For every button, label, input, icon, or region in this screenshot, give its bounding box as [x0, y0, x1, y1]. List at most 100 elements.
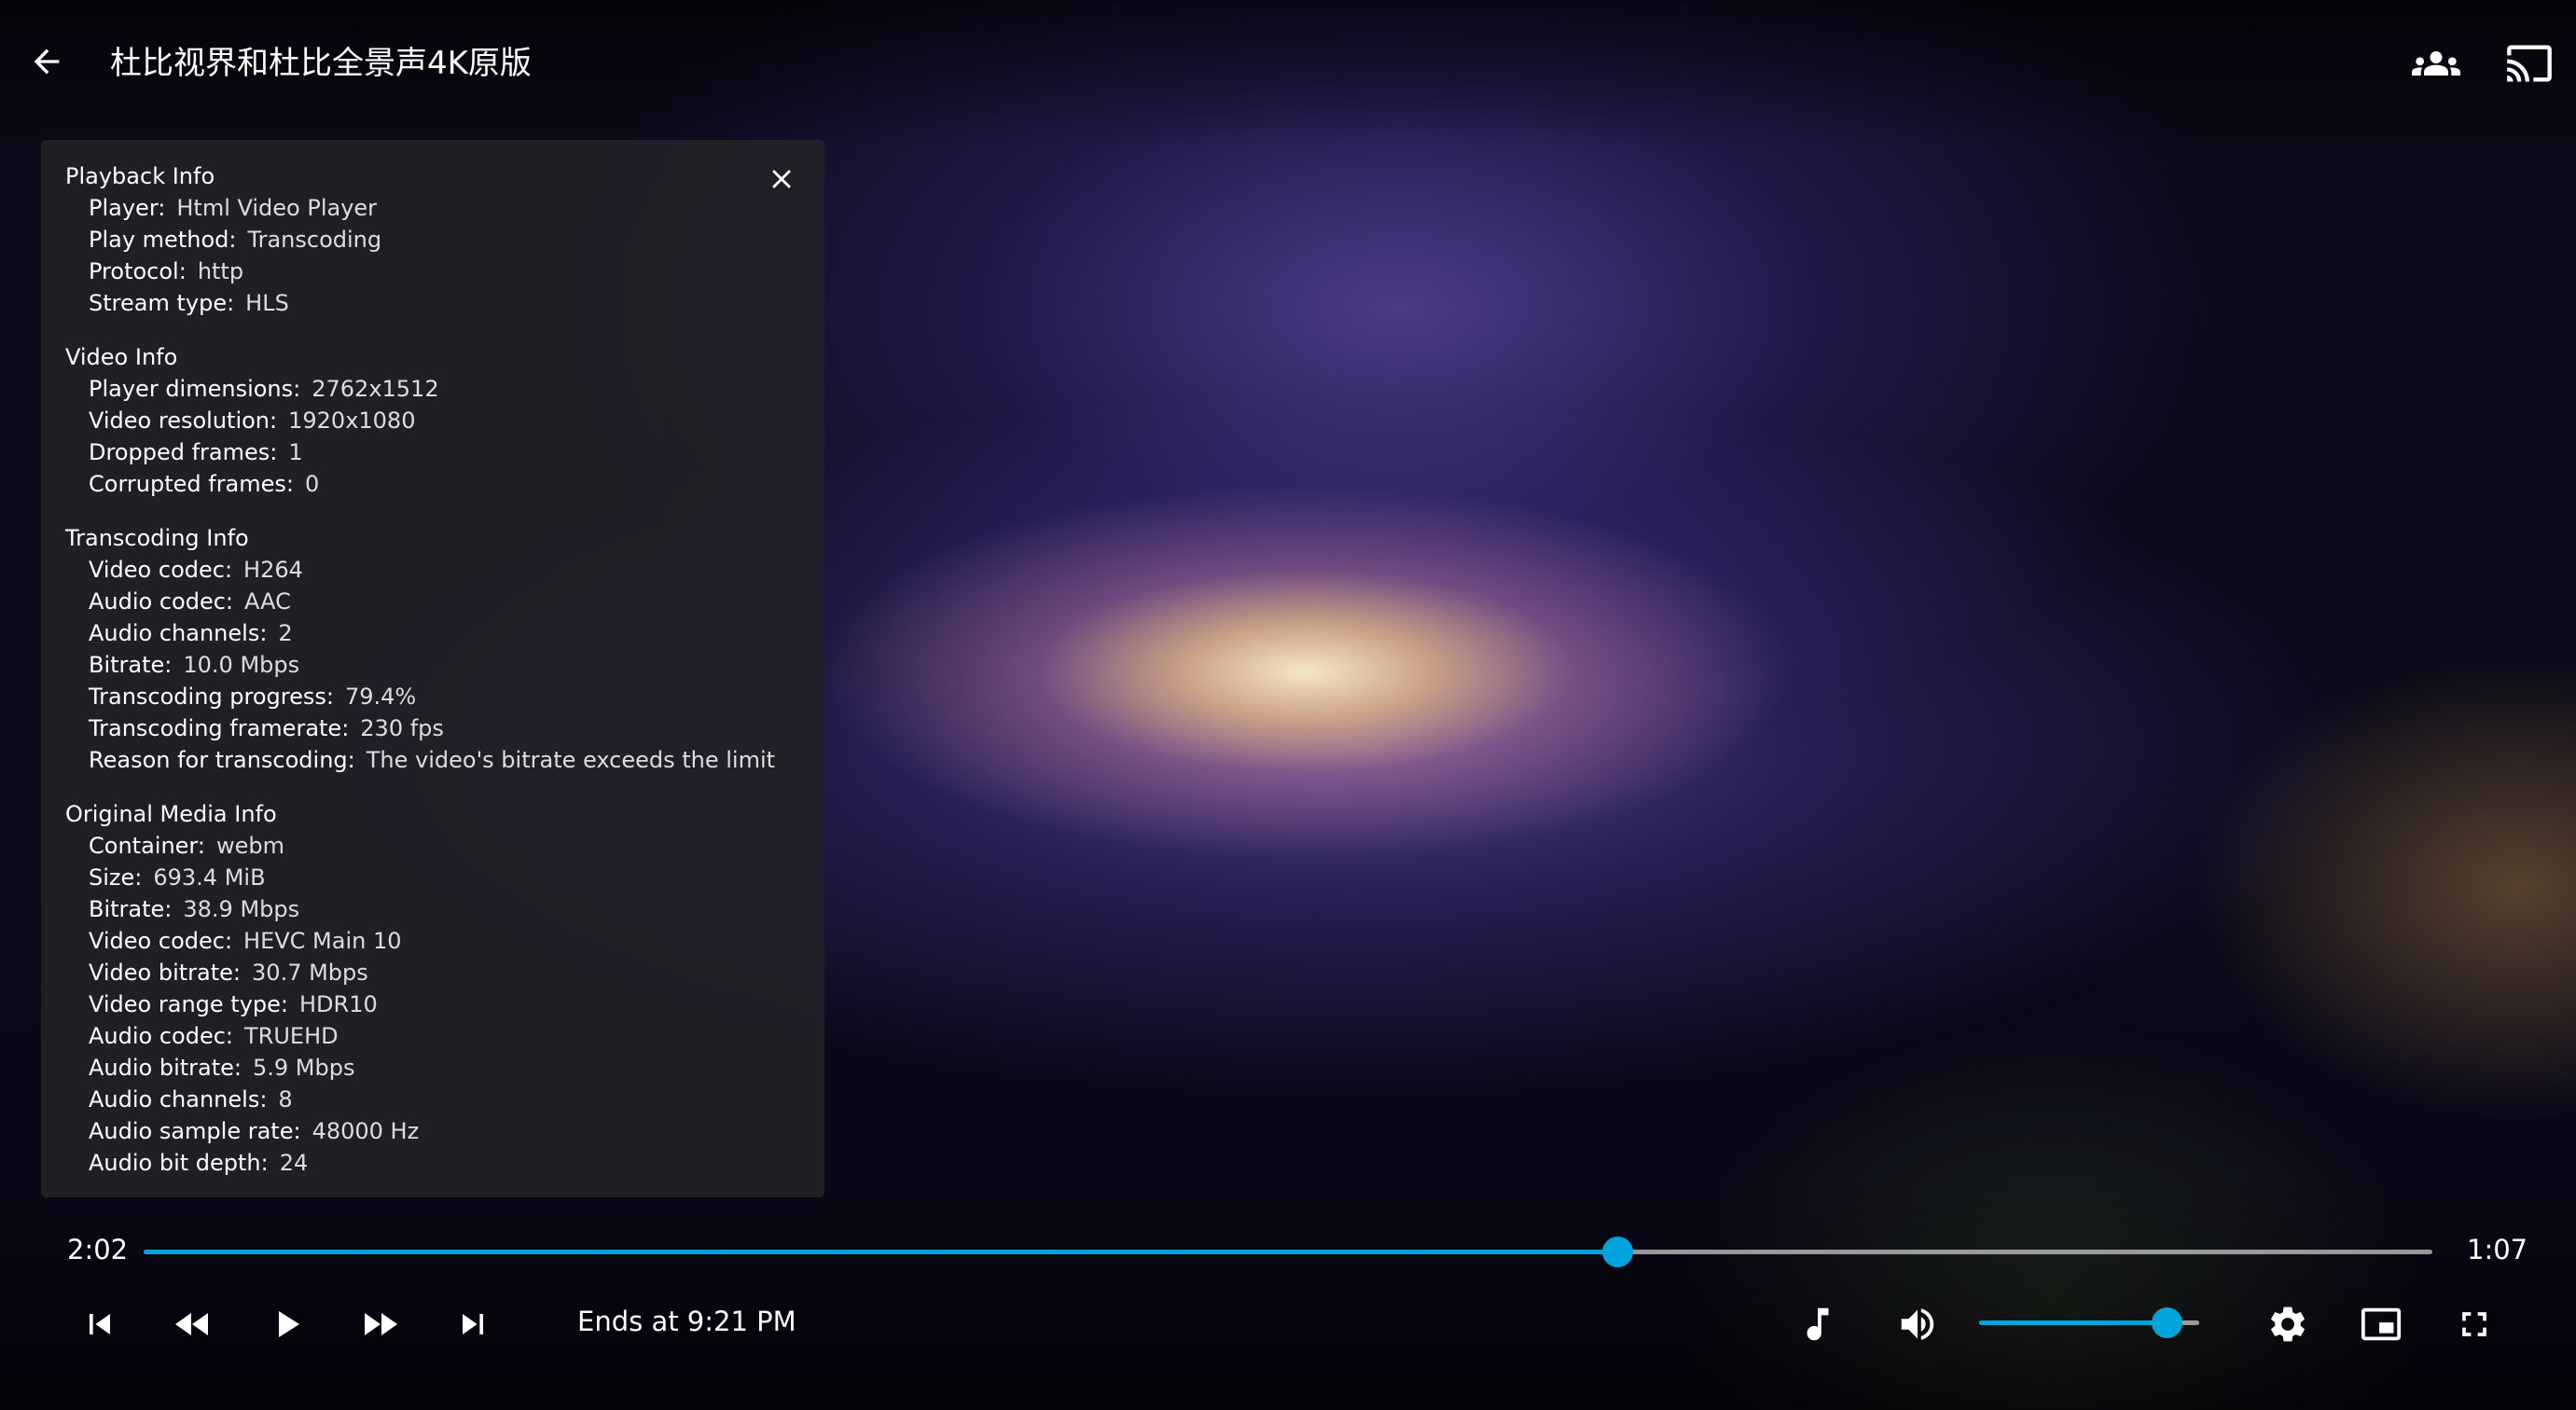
- info-row: Transcoding progress: 79.4%: [65, 681, 800, 712]
- info-section: Original Media Info Container: webm Size: 69…: [65, 798, 800, 1179]
- info-row-value: 79.4%: [344, 684, 417, 710]
- playback-info-panel: Playback Info Player: Html Video Player Pla…: [41, 140, 824, 1197]
- seek-progress-fill: [144, 1250, 1618, 1254]
- info-row: Stream type: HLS: [65, 287, 800, 319]
- volume-slider[interactable]: [1979, 1307, 2199, 1338]
- volume-fill: [1979, 1320, 2167, 1325]
- info-row-label: Reason for transcoding:: [89, 747, 355, 773]
- info-row: Audio channels: 8: [65, 1084, 800, 1115]
- info-row-value: H264: [243, 557, 303, 583]
- next-track-button[interactable]: [443, 1294, 503, 1354]
- fullscreen-button[interactable]: [2444, 1294, 2504, 1354]
- cast-button[interactable]: [2501, 35, 2557, 91]
- info-row: Transcoding framerate: 230 fps: [65, 712, 800, 744]
- info-row-value: 5.9 Mbps: [253, 1055, 355, 1081]
- fast-forward-button[interactable]: [350, 1294, 409, 1354]
- info-row: Audio channels: 2: [65, 617, 800, 649]
- info-row-label: Player:: [89, 195, 166, 221]
- info-row-value: 30.7 Mbps: [252, 960, 368, 986]
- info-row-label: Play method:: [89, 227, 237, 253]
- skip-previous-icon: [79, 1304, 120, 1345]
- info-row-label: Dropped frames:: [89, 439, 278, 465]
- osd-header: 杜比视界和杜比全景声4K原版: [0, 0, 2576, 127]
- info-row: Reason for transcoding: The video's bitra…: [65, 744, 800, 776]
- info-row-label: Transcoding progress:: [89, 684, 334, 710]
- info-row: Audio codec: AAC: [65, 586, 800, 617]
- info-row: Audio bitrate: 5.9 Mbps: [65, 1052, 800, 1084]
- info-row-label: Audio channels:: [89, 1086, 268, 1113]
- info-row: Size: 693.4 MiB: [65, 862, 800, 893]
- info-row: Player: Html Video Player: [65, 192, 800, 224]
- info-row-value: HLS: [245, 290, 289, 316]
- info-section: Playback Info Player: Html Video Player Pla…: [65, 160, 800, 319]
- info-section-title: Transcoding Info: [65, 525, 249, 551]
- ends-at-text: Ends at 9:21 PM: [577, 1306, 796, 1337]
- info-row-value: 693.4 MiB: [153, 864, 266, 891]
- fullscreen-icon: [2454, 1304, 2495, 1345]
- info-row-value: HDR10: [298, 991, 378, 1017]
- info-section-title: Original Media Info: [65, 801, 277, 827]
- info-row-value: 10.0 Mbps: [183, 652, 300, 678]
- back-button[interactable]: [21, 35, 73, 88]
- info-row-label: Audio channels:: [89, 620, 268, 646]
- info-row-label: Bitrate:: [89, 896, 173, 922]
- info-row: Audio sample rate: 48000 Hz: [65, 1115, 800, 1147]
- audio-track-button[interactable]: [1788, 1294, 1848, 1354]
- video-player[interactable]: 杜比视界和杜比全景声4K原版 Playback Info Player: Html …: [0, 0, 2576, 1410]
- info-row: Video resolution: 1920x1080: [65, 405, 800, 436]
- info-row-label: Protocol:: [89, 258, 187, 284]
- info-row: Bitrate: 38.9 Mbps: [65, 893, 800, 925]
- info-row-label: Audio codec:: [89, 588, 234, 615]
- info-row-label: Video bitrate:: [89, 960, 242, 986]
- info-row-value: 38.9 Mbps: [183, 896, 300, 922]
- info-row-value: 2: [278, 620, 293, 646]
- music-note-icon: [1796, 1303, 1839, 1346]
- info-row-value: 0: [305, 471, 320, 497]
- info-row-label: Audio bitrate:: [89, 1055, 242, 1081]
- remaining-time: 1:07: [2467, 1234, 2528, 1265]
- seek-slider[interactable]: [144, 1237, 2432, 1267]
- info-row: Video codec: H264: [65, 554, 800, 586]
- info-row-label: Container:: [89, 833, 205, 859]
- play-icon: [264, 1302, 309, 1347]
- settings-button[interactable]: [2258, 1294, 2318, 1354]
- play-button[interactable]: [256, 1294, 316, 1354]
- group-icon: [2412, 39, 2460, 88]
- mute-button[interactable]: [1888, 1294, 1947, 1354]
- info-row-value: webm: [215, 833, 284, 859]
- info-section-title: Video Info: [65, 344, 178, 370]
- info-row-label: Transcoding framerate:: [89, 715, 350, 741]
- info-row-value: http: [197, 258, 244, 284]
- info-row-label: Video codec:: [89, 928, 233, 954]
- skip-next-icon: [452, 1304, 493, 1345]
- info-row: Audio codec: TRUEHD: [65, 1020, 800, 1052]
- video-title: 杜比视界和杜比全景声4K原版: [110, 45, 532, 82]
- info-row-label: Video resolution:: [89, 408, 278, 434]
- close-playback-info-button[interactable]: [761, 159, 802, 200]
- info-row-label: Player dimensions:: [89, 376, 301, 402]
- info-row: Corrupted frames: 0: [65, 468, 800, 500]
- info-section: Transcoding Info Video codec: H264 Audio co…: [65, 522, 800, 776]
- info-row-value: The video's bitrate exceeds the limit: [366, 747, 776, 773]
- picture-in-picture-button[interactable]: [2351, 1294, 2411, 1354]
- info-row-label: Video range type:: [89, 991, 288, 1017]
- info-row-value: 1920x1080: [288, 408, 416, 434]
- fast-forward-icon: [357, 1302, 402, 1347]
- info-row-label: Audio sample rate:: [89, 1118, 301, 1144]
- info-row-label: Video codec:: [89, 557, 233, 583]
- info-row: Protocol: http: [65, 256, 800, 287]
- volume-thumb[interactable]: [2151, 1307, 2182, 1338]
- gear-icon: [2266, 1303, 2309, 1346]
- info-row-label: Size:: [89, 864, 143, 891]
- playback-info-sections: Playback Info Player: Html Video Player Pla…: [65, 160, 800, 1179]
- info-row-value: Html Video Player: [176, 195, 378, 221]
- info-row-label: Stream type:: [89, 290, 235, 316]
- syncplay-button[interactable]: [2408, 35, 2464, 91]
- info-row-value: 2762x1512: [312, 376, 439, 402]
- rewind-button[interactable]: [163, 1294, 223, 1354]
- info-row-value: HEVC Main 10: [243, 928, 402, 954]
- fast-rewind-icon: [171, 1302, 215, 1347]
- info-row-label: Audio bit depth:: [89, 1150, 269, 1176]
- previous-track-button[interactable]: [70, 1294, 130, 1354]
- bottom-gradient-overlay: [0, 1175, 2576, 1410]
